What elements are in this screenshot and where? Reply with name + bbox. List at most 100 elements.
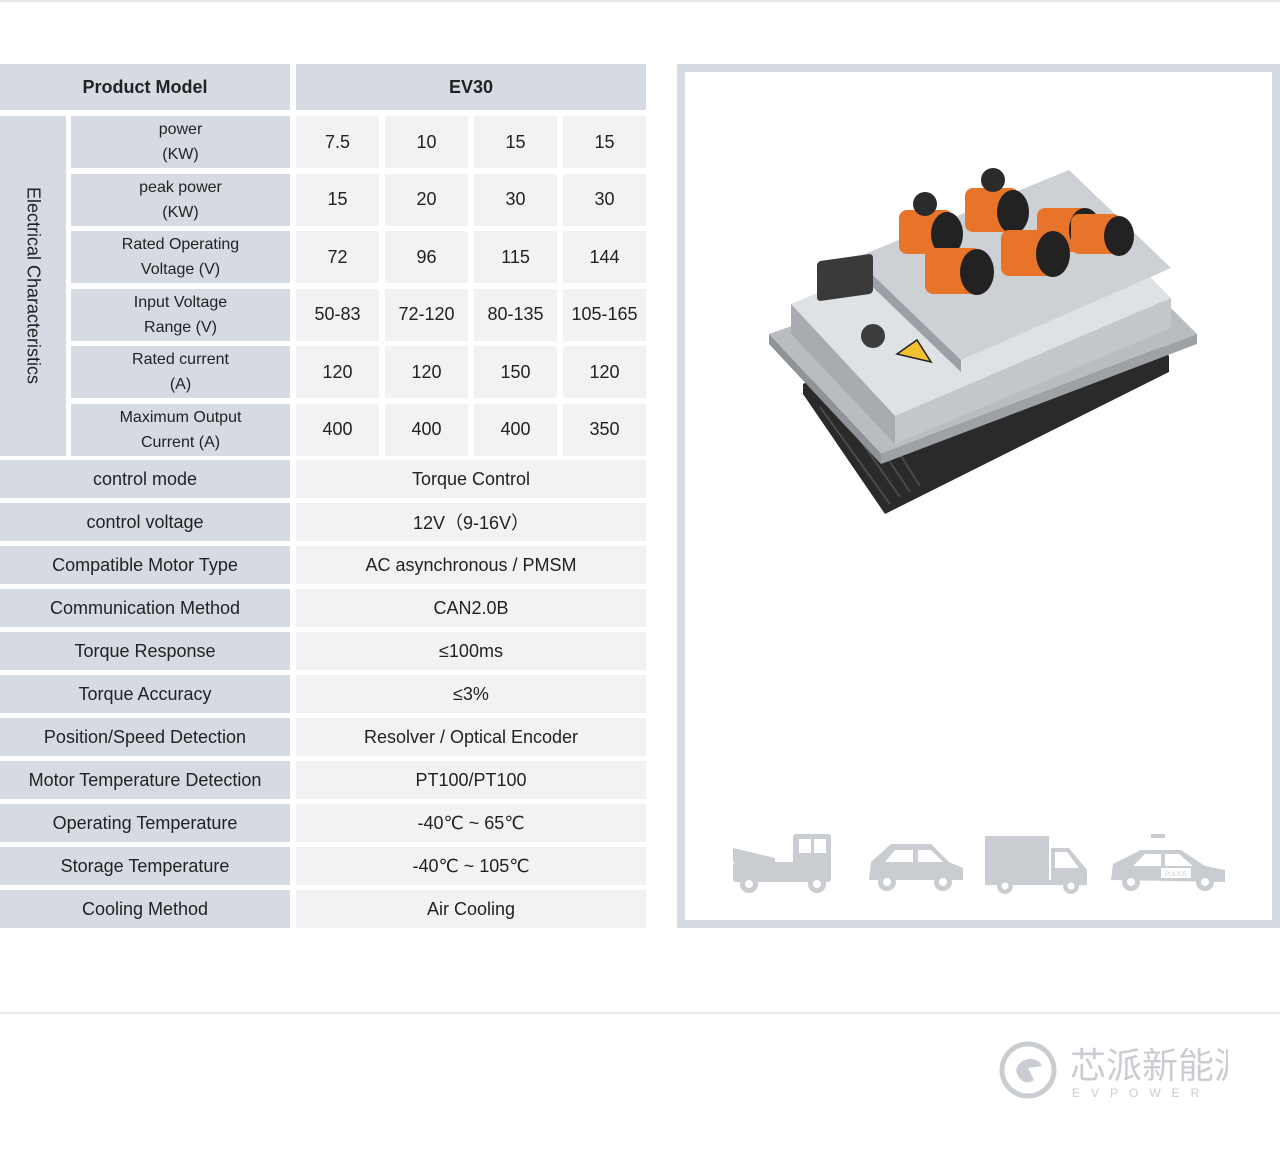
electrical-value: 72-120: [398, 304, 455, 324]
spec-label-cell: Storage Temperature: [0, 847, 290, 885]
electrical-value: 50-83: [314, 304, 361, 324]
row-label-line1: power: [158, 121, 203, 138]
spec-value-cell: PT100/PT100: [296, 761, 646, 799]
electrical-value: 120: [322, 361, 353, 382]
bottom-divider: [0, 1012, 1280, 1014]
electrical-value: 120: [411, 361, 442, 382]
row-label-line2: (KW): [162, 203, 199, 221]
electrical-value: 20: [416, 189, 437, 209]
row-label-line2: Range (V): [144, 318, 217, 336]
spec-label: control mode: [92, 468, 198, 489]
spec-value: CAN2.0B: [433, 597, 509, 618]
spec-label-cell: Torque Response: [0, 632, 290, 670]
electrical-value-cell: 72-120: [385, 288, 468, 341]
electrical-value-cell: 400: [385, 403, 468, 456]
row-label-line1: peak power: [139, 178, 222, 196]
group-label-cell: Electrical Characteristics: [0, 116, 66, 456]
electrical-value: 30: [594, 189, 615, 209]
electrical-value-cell: 120: [563, 346, 646, 398]
spec-label: Motor Temperature Detection: [28, 769, 262, 790]
delivery-truck-icon: [985, 836, 1087, 894]
spec-label-cell: Position/Speed Detection: [0, 718, 290, 756]
header-label: Product Model: [82, 76, 208, 97]
spec-label-cell: Motor Temperature Detection: [0, 761, 290, 799]
electrical-value-cell: 50-83: [296, 288, 379, 341]
spec-label-cell: control voltage: [0, 503, 290, 541]
spec-label: Communication Method: [49, 597, 241, 618]
top-divider: [0, 0, 1280, 2]
electrical-value: 400: [322, 419, 353, 439]
spec-label: Operating Temperature: [52, 812, 238, 833]
electrical-row-label: peak power (KW): [71, 173, 290, 226]
electrical-value-cell: 15: [296, 173, 379, 226]
row-label-line2: Voltage (V): [140, 261, 221, 278]
vent-plug: [861, 324, 885, 348]
row-label-line1: Rated current: [132, 351, 229, 368]
spec-value: -40℃ ~ 65℃: [417, 812, 525, 833]
spec-value-cell: Resolver / Optical Encoder: [296, 718, 646, 756]
electrical-row-label: Input Voltage Range (V): [71, 288, 290, 341]
electrical-value: 80-135: [487, 304, 544, 324]
electrical-value: 115: [501, 246, 530, 267]
spec-label-cell: control mode: [0, 460, 290, 498]
electrical-row-label: Rated current (A): [71, 346, 290, 398]
spec-value-cell: Torque Control: [296, 460, 646, 498]
electrical-value-cell: 15: [474, 116, 557, 168]
spec-label: Torque Accuracy: [78, 683, 212, 704]
electrical-value-cell: 20: [385, 173, 468, 226]
electrical-value-cell: 105-165: [563, 288, 646, 341]
electrical-value: 150: [500, 361, 531, 382]
row-label-line2: (KW): [162, 146, 199, 163]
spec-value-cell: -40℃ ~ 65℃: [296, 804, 646, 842]
spec-value: -40℃ ~ 105℃: [412, 855, 530, 876]
electrical-value-cell: 10: [385, 116, 468, 168]
electrical-value: 105-165: [571, 304, 638, 324]
spec-label: Position/Speed Detection: [43, 726, 247, 747]
product-photo-panel: POLICE: [685, 72, 1272, 920]
electrical-value: 400: [411, 419, 442, 439]
electrical-value-cell: 72: [296, 231, 379, 283]
spec-value-cell: CAN2.0B: [296, 589, 646, 627]
utility-cart-icon: [733, 834, 831, 893]
electrical-value-cell: 120: [385, 346, 468, 398]
group-label: Electrical Characteristics: [23, 187, 44, 385]
electrical-value: 144: [589, 246, 620, 267]
spec-value: Resolver / Optical Encoder: [363, 726, 579, 747]
spec-value-cell: -40℃ ~ 105℃: [296, 847, 646, 885]
electrical-value: 30: [505, 189, 526, 209]
spec-label: Compatible Motor Type: [52, 554, 238, 575]
logo-chinese: 芯派新能源: [1070, 1046, 1228, 1087]
row-label-line1: Rated Operating: [121, 236, 240, 253]
electrical-value-cell: 350: [563, 403, 646, 456]
electrical-value: 10: [416, 131, 437, 152]
electrical-value: 120: [589, 361, 620, 382]
spec-label-cell: Cooling Method: [0, 890, 290, 928]
row-label-line2: (A): [169, 376, 192, 393]
spec-value: 12V（9-16V）: [412, 513, 530, 533]
electrical-value: 350: [589, 419, 620, 439]
electrical-value: 15: [327, 189, 348, 209]
electrical-row-label: power (KW): [71, 116, 290, 168]
row-label-line2: Current (A): [140, 433, 221, 451]
spec-label-cell: Communication Method: [0, 589, 290, 627]
spec-label-cell: Compatible Motor Type: [0, 546, 290, 584]
electrical-value-cell: 144: [563, 231, 646, 283]
row-label-line1: Input Voltage: [133, 293, 228, 311]
spec-label: control voltage: [86, 511, 204, 532]
row-label-line1: Maximum Output: [119, 408, 242, 426]
spec-value: AC asynchronous / PMSM: [365, 554, 577, 575]
electrical-value-cell: 80-135: [474, 288, 557, 341]
electrical-value-cell: 96: [385, 231, 468, 283]
electrical-value-cell: 7.5: [296, 116, 379, 168]
electrical-value-cell: 30: [563, 173, 646, 226]
spec-value-cell: ≤3%: [296, 675, 646, 713]
electrical-value-cell: 120: [296, 346, 379, 398]
spec-value-cell: ≤100ms: [296, 632, 646, 670]
spec-label: Storage Temperature: [60, 855, 230, 876]
spec-label-cell: Torque Accuracy: [0, 675, 290, 713]
motor-controller-image: POLICE: [733, 168, 1225, 894]
header-label-cell: Product Model: [0, 64, 290, 110]
electrical-value-cell: 400: [296, 403, 379, 456]
spec-value-cell: AC asynchronous / PMSM: [296, 546, 646, 584]
hatchback-car-icon: [869, 844, 963, 891]
